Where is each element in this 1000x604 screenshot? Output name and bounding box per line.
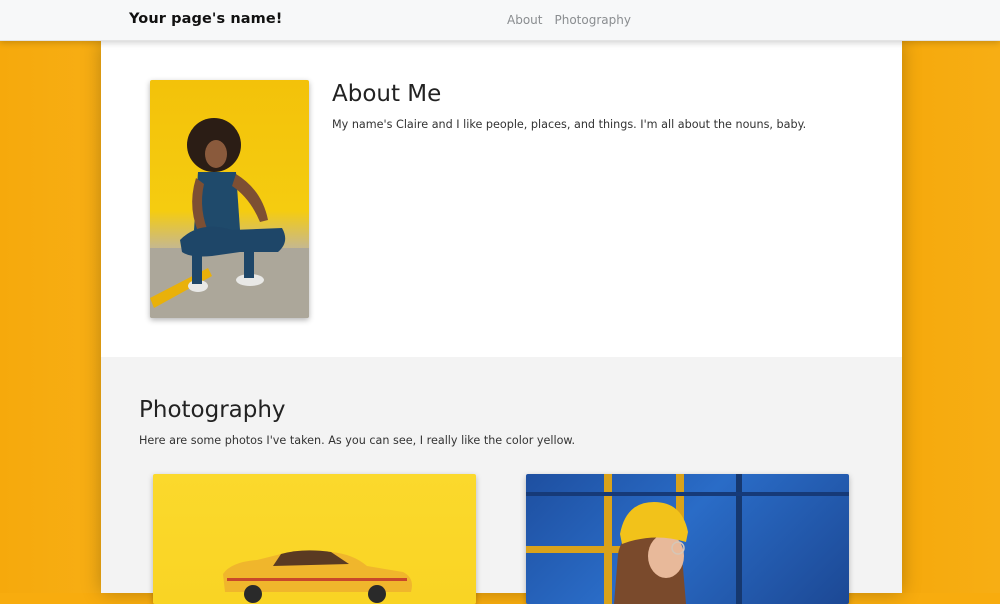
right-background-band [902,40,1000,593]
photo-card-yellow-beanie [526,474,849,604]
photo-card-toy-car [153,474,476,604]
left-background-band [0,40,101,593]
about-heading: About Me [332,81,442,107]
about-description: My name's Claire and I like people, plac… [332,118,807,131]
about-section: About Me My name's Claire and I like peo… [101,41,902,357]
nav-link-about[interactable]: About [507,13,542,27]
main-content: About Me My name's Claire and I like peo… [101,41,902,604]
top-navbar: Your page's name! About Photography [0,0,1000,41]
photography-description: Here are some photos I've taken. As you … [139,434,576,447]
photography-heading: Photography [139,397,286,423]
profile-photo [150,80,309,318]
photography-section: Photography Here are some photos I've ta… [101,357,902,604]
nav-link-photography[interactable]: Photography [554,13,630,27]
nav-links: About Photography [507,13,631,27]
site-brand[interactable]: Your page's name! [129,11,283,27]
